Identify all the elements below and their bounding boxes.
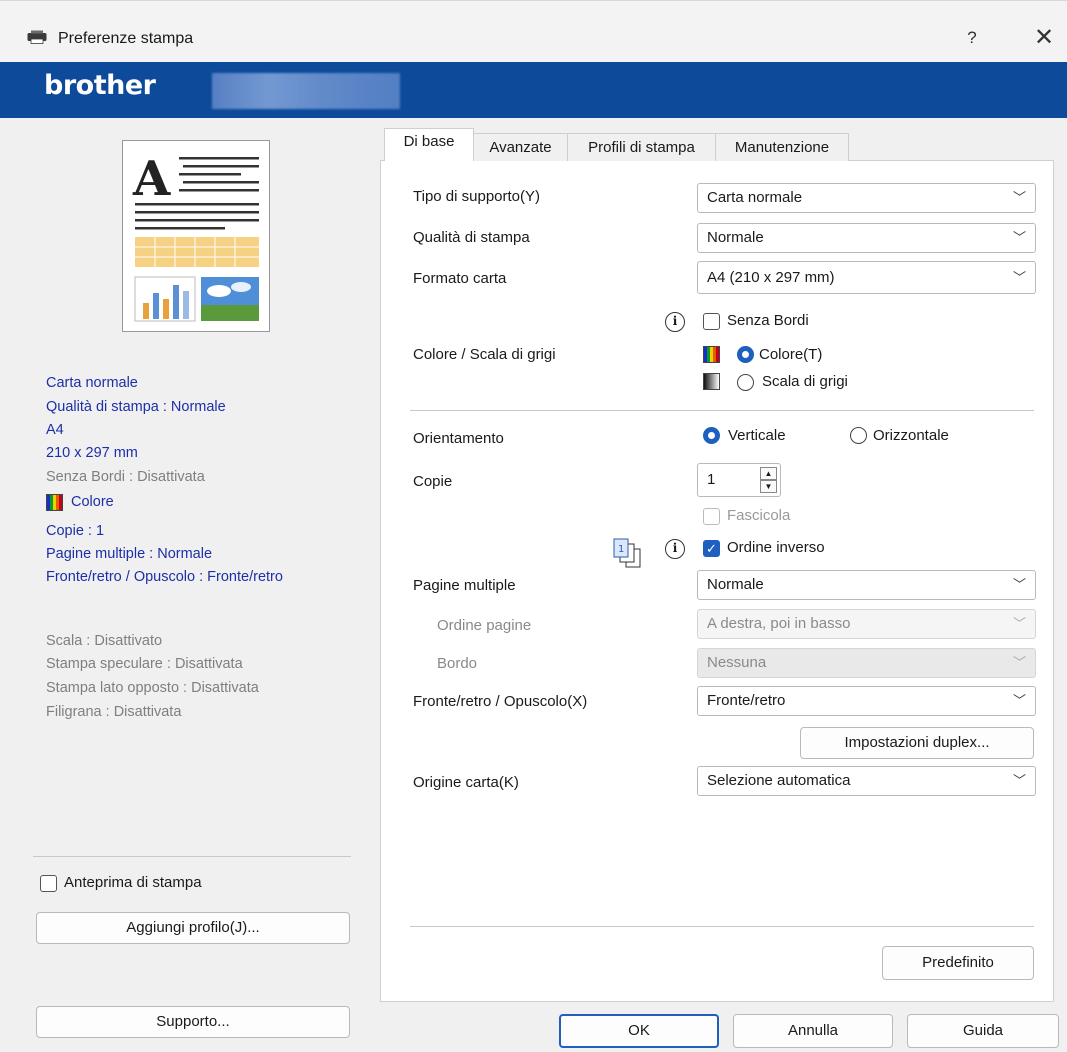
preview-illustration: A	[132, 151, 259, 322]
quality-select[interactable]: Normale ﹀	[697, 223, 1036, 253]
brand-logo: brother	[44, 70, 156, 101]
default-button[interactable]: Predefinito	[882, 946, 1034, 980]
help-guide-button[interactable]: Guida	[907, 1014, 1059, 1048]
media-type-label: Tipo di supporto(Y)	[413, 188, 541, 205]
chevron-down-icon: ﹀	[1012, 577, 1026, 592]
brand-bar	[0, 62, 1067, 118]
print-preview-checkbox[interactable]	[40, 875, 57, 892]
color-mode-label: Colore / Scala di grigi	[413, 346, 556, 363]
summary-scale: Scala : Disattivato	[46, 633, 163, 649]
model-name-redacted	[212, 73, 400, 109]
page-order-select[interactable]: A destra, poi in basso ﹀	[697, 609, 1036, 639]
help-button[interactable]: ?	[960, 28, 984, 50]
chevron-down-icon: ﹀	[1012, 270, 1026, 285]
multipage-label: Pagine multiple	[413, 577, 516, 594]
duplex-value: Fronte/retro	[707, 692, 786, 709]
summary-paper: A4	[46, 422, 64, 438]
paper-size-value: A4 (210 x 297 mm)	[707, 269, 835, 286]
tab-basic[interactable]: Di base	[384, 128, 474, 161]
close-button[interactable]: ✕	[1030, 24, 1058, 52]
separator	[410, 926, 1034, 927]
media-type-select[interactable]: Carta normale ﹀	[697, 183, 1036, 213]
landscape-label: Orizzontale	[873, 427, 949, 444]
grayscale-radio-label: Scala di grigi	[762, 373, 848, 390]
support-button[interactable]: Supporto...	[36, 1006, 350, 1038]
printer-icon	[27, 30, 47, 44]
info-icon[interactable]: i	[665, 539, 685, 559]
add-profile-button[interactable]: Aggiungi profilo(J)...	[36, 912, 350, 944]
chevron-down-icon: ﹀	[1012, 230, 1026, 245]
landscape-radio[interactable]	[850, 427, 867, 444]
border-select[interactable]: Nessuna ﹀	[697, 648, 1036, 678]
page-order-label: Ordine pagine	[437, 617, 532, 634]
summary-copies: Copie : 1	[46, 523, 105, 539]
summary-watermark: Filigrana : Disattivata	[46, 704, 182, 720]
orientation-label: Orientamento	[413, 430, 504, 447]
collate-checkbox[interactable]	[703, 508, 720, 525]
reverse-order-label: Ordine inverso	[727, 539, 825, 556]
collate-label: Fascicola	[727, 507, 791, 524]
multipage-select[interactable]: Normale ﹀	[697, 570, 1036, 600]
reverse-order-checkbox[interactable]: ✓	[703, 540, 720, 557]
quality-label: Qualità di stampa	[413, 229, 530, 246]
duplex-settings-button[interactable]: Impostazioni duplex...	[800, 727, 1034, 759]
svg-text:1: 1	[618, 544, 624, 555]
chevron-down-icon: ﹀	[1012, 190, 1026, 205]
paper-source-select[interactable]: Selezione automatica ﹀	[697, 766, 1036, 796]
left-separator	[33, 856, 351, 857]
page-preview: A	[122, 140, 270, 332]
paper-size-select[interactable]: A4 (210 x 297 mm) ﹀	[697, 261, 1036, 294]
copies-stepper[interactable]: 1 ▲ ▼	[697, 463, 781, 497]
window-title: Preferenze stampa	[58, 30, 194, 47]
increment-icon[interactable]: ▲	[760, 467, 777, 480]
summary-reverse-side: Stampa lato opposto : Disattivata	[46, 680, 259, 696]
color-icon	[46, 494, 63, 511]
color-icon	[703, 346, 720, 363]
paper-source-label: Origine carta(K)	[413, 774, 519, 791]
portrait-label: Verticale	[728, 427, 786, 444]
copies-value: 1	[707, 471, 716, 488]
summary-quality: Qualità di stampa : Normale	[46, 399, 226, 415]
summary-duplex: Fronte/retro / Opuscolo : Fronte/retro	[46, 569, 283, 585]
borderless-label: Senza Bordi	[727, 312, 809, 329]
chevron-down-icon: ﹀	[1012, 655, 1026, 670]
tab-print-profiles[interactable]: Profili di stampa	[567, 133, 716, 161]
cancel-button[interactable]: Annulla	[733, 1014, 893, 1048]
summary-paper-dims: 210 x 297 mm	[46, 445, 138, 461]
separator	[410, 410, 1034, 411]
page-order-icon: 1	[613, 538, 641, 568]
paper-source-value: Selezione automatica	[707, 772, 851, 789]
ok-button[interactable]: OK	[559, 1014, 719, 1048]
borderless-checkbox[interactable]	[703, 313, 720, 330]
multipage-value: Normale	[707, 576, 764, 593]
chevron-down-icon: ﹀	[1012, 773, 1026, 788]
tab-advanced[interactable]: Avanzate	[473, 133, 568, 161]
portrait-radio[interactable]	[703, 427, 720, 444]
media-type-value: Carta normale	[707, 189, 803, 206]
summary-color: Colore	[71, 494, 114, 510]
border-value: Nessuna	[707, 654, 767, 671]
chevron-down-icon: ﹀	[1012, 616, 1026, 631]
color-radio-label: Colore(T)	[759, 346, 823, 363]
chevron-down-icon: ﹀	[1012, 693, 1026, 708]
info-icon[interactable]: i	[665, 312, 685, 332]
summary-mirror: Stampa speculare : Disattivata	[46, 656, 243, 672]
color-radio[interactable]	[737, 346, 754, 363]
quality-value: Normale	[707, 229, 764, 246]
grayscale-radio[interactable]	[737, 374, 754, 391]
page-order-value: A destra, poi in basso	[707, 615, 851, 632]
copies-label: Copie	[413, 473, 453, 490]
summary-media: Carta normale	[46, 375, 138, 391]
print-preview-label: Anteprima di stampa	[64, 874, 202, 891]
duplex-label: Fronte/retro / Opuscolo(X)	[413, 693, 588, 710]
summary-borderless: Senza Bordi : Disattivata	[46, 469, 205, 485]
svg-text:A: A	[132, 151, 171, 207]
summary-multipage: Pagine multiple : Normale	[46, 546, 213, 562]
duplex-select[interactable]: Fronte/retro ﹀	[697, 686, 1036, 716]
decrement-icon[interactable]: ▼	[760, 480, 777, 493]
paper-size-label: Formato carta	[413, 270, 507, 287]
grayscale-icon	[703, 373, 720, 390]
tab-maintenance[interactable]: Manutenzione	[715, 133, 849, 161]
border-label: Bordo	[437, 655, 478, 672]
